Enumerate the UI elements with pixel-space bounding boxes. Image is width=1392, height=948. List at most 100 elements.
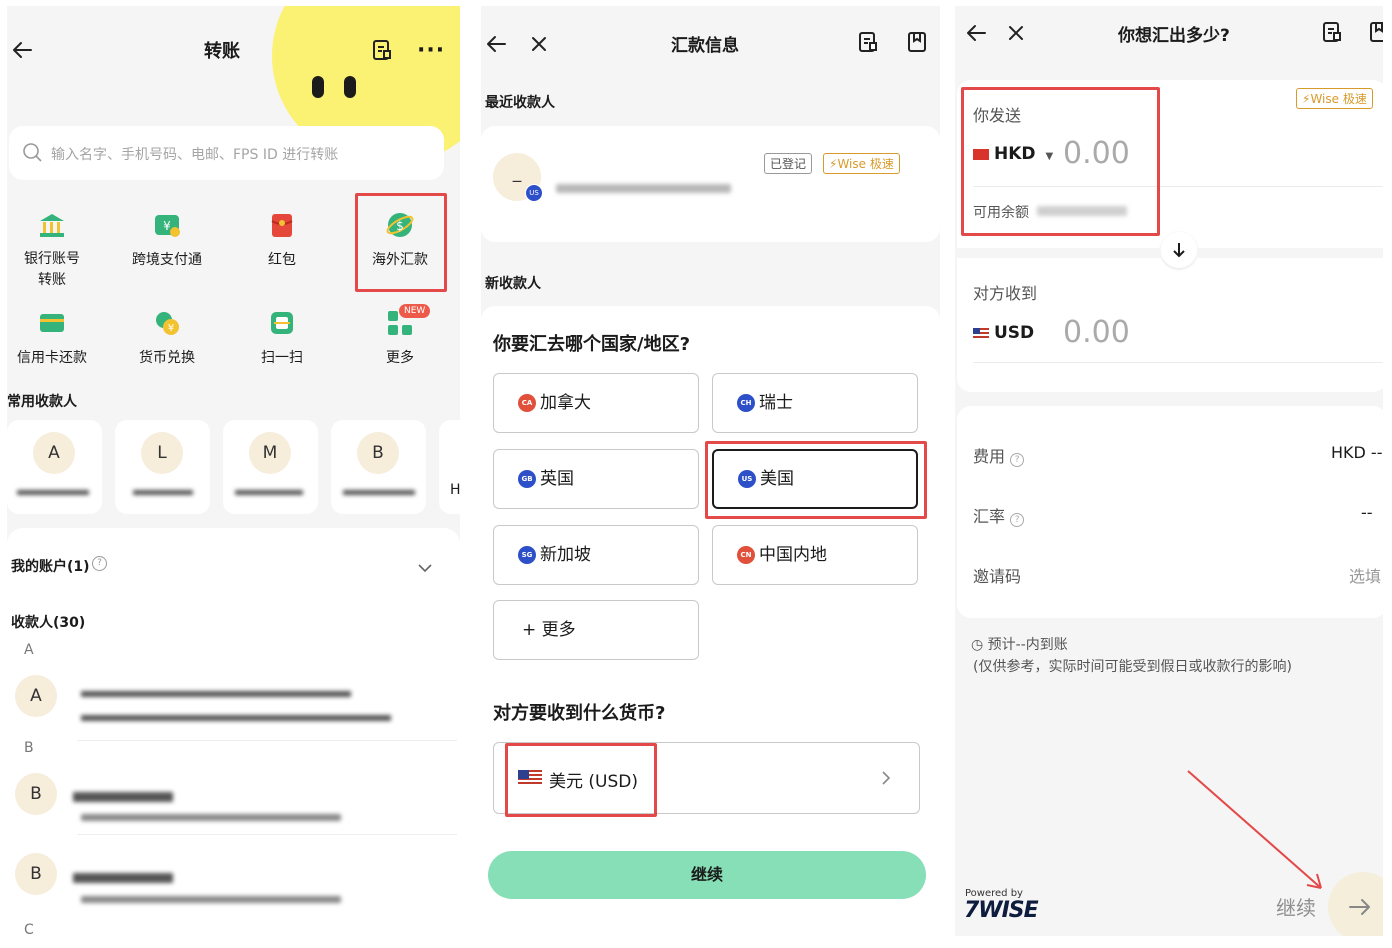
page-title: 转账 (204, 41, 240, 62)
country-uk[interactable]: GB 英国 (493, 449, 699, 509)
credit-card-icon (38, 309, 66, 337)
section-letter: C (24, 922, 34, 936)
service-credit-card[interactable]: 信用卡还款 (7, 309, 97, 367)
payees-title: 收款人(30) (11, 615, 86, 631)
frequent-payee-card[interactable]: L (115, 420, 210, 514)
page-title: 你想汇出多少? (1118, 26, 1230, 46)
continue-label[interactable]: 继续 (1276, 892, 1316, 921)
help-icon[interactable]: ? (92, 556, 107, 571)
document-icon[interactable] (1321, 21, 1343, 43)
service-scan[interactable]: 扫一扫 (237, 309, 327, 367)
back-arrow-icon[interactable] (11, 40, 33, 60)
new-payee-title: 新收款人 (485, 276, 541, 292)
red-packet-icon (268, 211, 296, 239)
currency-exchange-icon: ¥ (153, 309, 181, 337)
svg-text:¥: ¥ (168, 323, 174, 334)
close-icon[interactable] (530, 35, 548, 53)
avatar: A (33, 432, 75, 474)
service-cross-border-pay[interactable]: ¥ 跨境支付通 (117, 211, 217, 269)
service-label: 信用卡还款 (17, 350, 87, 366)
currency-selector[interactable]: 美元 (USD) (493, 742, 920, 814)
service-overseas-remittance[interactable]: $ 海外汇款 (355, 211, 445, 269)
help-icon[interactable]: ? (1010, 453, 1025, 467)
avatar: B (357, 432, 399, 474)
bank-icon (38, 211, 66, 239)
help-icon[interactable]: ? (1010, 513, 1025, 527)
country-china[interactable]: CN 中国内地 (712, 525, 918, 585)
back-arrow-icon[interactable] (965, 23, 987, 43)
continue-button[interactable]: 继续 (488, 851, 926, 899)
send-label: 你发送 (973, 106, 1022, 125)
receive-amount-input[interactable]: 0.00 (1063, 315, 1130, 350)
search-icon (23, 143, 43, 163)
flag-icon: GB (518, 470, 536, 488)
country-us[interactable]: US 美国 (712, 449, 918, 509)
tag-wise-label: Wise 极速 (1310, 92, 1367, 106)
country-canada[interactable]: CA 加拿大 (493, 373, 699, 433)
document-icon[interactable] (371, 39, 393, 61)
avatar[interactable]: B (15, 853, 57, 895)
invite-label: 邀请码 (973, 567, 1022, 586)
service-label: 扫一扫 (261, 350, 303, 366)
frequent-payee-card[interactable]: A (7, 420, 102, 514)
avatar[interactable]: A (15, 675, 57, 717)
service-label: 更多 (386, 350, 414, 366)
swap-arrow-button (1161, 232, 1197, 268)
country-name: 加拿大 (540, 393, 591, 413)
tag-wise-label: Wise 极速 (837, 157, 894, 171)
balance-label: 可用余额 (973, 205, 1029, 221)
more-countries-button[interactable]: + 更多 (493, 600, 699, 660)
service-currency-exchange[interactable]: ¥ 货币兑换 (117, 309, 217, 367)
tag-registered: 已登记 (764, 153, 813, 174)
amount-screen: 你想汇出多少? ⚡Wise 极速 你发送 HKD ▼ 0.00 可用余额 对方收… (955, 6, 1383, 936)
service-red-packet[interactable]: 红包 (237, 211, 327, 269)
continue-button[interactable] (1328, 872, 1383, 936)
eta-line: ◷ 预计--内到账 (971, 634, 1068, 654)
clock-icon: ◷ (971, 637, 984, 653)
rate-label: 汇率 ? (973, 503, 1025, 527)
flag-icon: CA (518, 394, 536, 412)
back-arrow-icon[interactable] (485, 34, 507, 54)
search-input[interactable]: 输入名字、手机号码、电邮、FPS ID 进行转账 (51, 144, 338, 164)
send-amount-input[interactable]: 0.00 (1063, 136, 1130, 171)
payee-initial: H (450, 482, 460, 498)
country-name: 中国内地 (759, 545, 827, 565)
scan-icon (268, 309, 296, 337)
currency-value: 美元 (USD) (549, 772, 638, 792)
us-flag-icon (518, 770, 542, 786)
country-name: 美国 (760, 469, 794, 489)
avatar: M (249, 432, 291, 474)
rate-value: -- (1361, 503, 1373, 522)
my-accounts-label[interactable]: 我的账户(1) (11, 556, 90, 576)
document-icon[interactable] (857, 31, 879, 53)
recent-payees-title: 最近收款人 (485, 95, 555, 111)
remittance-info-screen: 汇款信息 最近收款人 _ US 已登记 ⚡Wise 极速 新收款人 你要汇去哪个… (481, 6, 940, 936)
search-bar[interactable]: 输入名字、手机号码、电邮、FPS ID 进行转账 (9, 126, 444, 180)
send-currency-selector[interactable]: HKD ▼ (973, 144, 1053, 164)
recent-payee-card[interactable]: _ US 已登记 ⚡Wise 极速 (481, 126, 940, 242)
fees-card: 费用 ? HKD -- 汇率 ? -- 邀请码 选填 (957, 406, 1383, 618)
chevron-down-icon[interactable] (417, 558, 433, 577)
eta-text: 预计--内到账 (987, 637, 1068, 653)
bookmark-icon[interactable] (1368, 21, 1383, 43)
service-label: 跨境支付通 (132, 252, 202, 268)
frequent-payee-card[interactable]: M (223, 420, 318, 514)
frequent-payee-card[interactable]: B (331, 420, 426, 514)
frequent-payee-card[interactable]: H (439, 420, 460, 514)
flag-icon: CH (737, 394, 755, 412)
tag-wise: ⚡Wise 极速 (823, 153, 900, 174)
more-options-icon[interactable]: ··· (417, 38, 445, 63)
country-switzerland[interactable]: CH 瑞士 (712, 373, 918, 433)
country-singapore[interactable]: SG 新加坡 (493, 525, 699, 585)
avatar[interactable]: B (15, 773, 57, 815)
service-more[interactable]: 更多 (355, 309, 445, 367)
eta-note: (仅供参考，实际时间可能受到假日或收款行的影响) (973, 659, 1292, 675)
service-bank-transfer[interactable]: 银行账号 转账 (7, 211, 97, 291)
invite-code-input[interactable]: 选填 (1349, 563, 1381, 587)
currency-question: 对方要收到什么货币? (493, 703, 666, 724)
close-icon[interactable] (1007, 24, 1025, 42)
continue-label: 继续 (690, 865, 723, 884)
new-badge: NEW (399, 304, 431, 318)
wise-logo: 7WISE (964, 898, 1039, 923)
bookmark-icon[interactable] (906, 31, 928, 53)
